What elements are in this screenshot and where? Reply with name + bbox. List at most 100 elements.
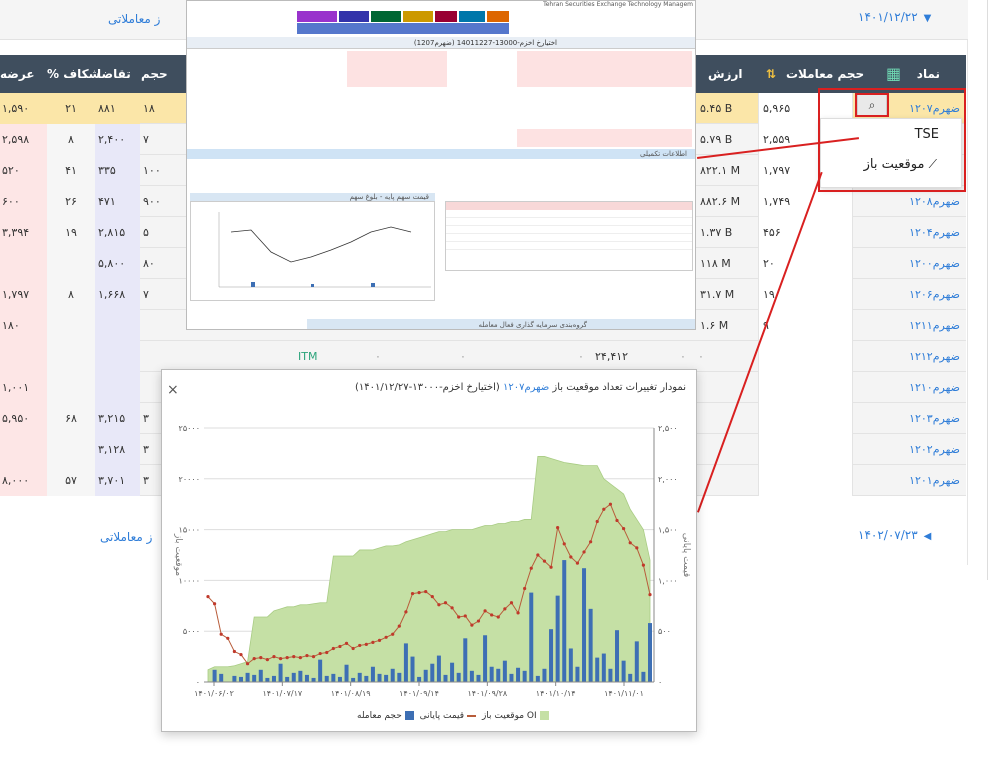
volume-bar	[443, 674, 448, 682]
legend-volume[interactable]: حجم معامله	[357, 711, 402, 721]
cell-symbol[interactable]: ضهرم۱۲۰۶	[909, 279, 960, 310]
price-point	[476, 619, 481, 623]
cell-value: ۵.۴۵ B	[700, 102, 733, 115]
open-interest-chart: ۰۵۰۰۰۱۰۰۰۰۱۵۰۰۰۲۰۰۰۰۲۵۰۰۰۰۵۰۰۱,۰۰۰۱,۵۰۰۲…	[173, 424, 691, 698]
price-point	[615, 518, 619, 523]
price-point	[417, 590, 421, 595]
price-point	[232, 649, 236, 654]
th-gap[interactable]: % شکاف	[47, 55, 100, 93]
cell-volume	[758, 372, 853, 403]
inset-toolbar	[297, 11, 527, 35]
price-point	[219, 632, 223, 636]
cell-symbol[interactable]: ضهرم۱۲۱۰	[909, 372, 960, 403]
th-value[interactable]: ارزش	[708, 55, 743, 93]
price-point	[450, 606, 454, 610]
price-point	[351, 646, 355, 651]
inset-tb-1	[297, 11, 337, 22]
cell-demand: ۲,۴۰۰	[95, 124, 140, 155]
cell-volume	[758, 341, 853, 372]
price-point	[641, 563, 646, 567]
volume-bar	[496, 668, 501, 682]
cell-symbol[interactable]: ضهرم۱۲۰۱	[909, 465, 960, 496]
expiry-date-bottom-text: ۱۴۰۲/۰۷/۲۳	[858, 528, 918, 542]
y-left-tick-label: ۱۰۰۰۰	[179, 576, 200, 585]
expiry-date-bottom[interactable]: ۱۴۰۲/۰۷/۲۳ ◀	[858, 528, 931, 542]
volume-bar	[483, 635, 488, 682]
caret-left-icon: ◀	[923, 531, 932, 542]
volume-bar	[469, 670, 474, 682]
chart-legend: OI موقعیت باز قیمت پایانی حجم معامله	[357, 711, 552, 721]
volume-bar	[377, 673, 382, 682]
volume-bar	[390, 668, 395, 682]
cell-offer: ۱,۷۹۷	[0, 279, 47, 310]
cell-gap: ۶۸	[47, 403, 95, 434]
cell-symbol[interactable]: ضهرم۱۲۱۲	[909, 341, 960, 372]
price-point	[589, 540, 593, 544]
cell-bid-qty: ۵	[143, 226, 149, 239]
volume-bar	[417, 676, 422, 682]
th-bid-qty[interactable]: حجم	[141, 55, 168, 93]
cell-offer	[0, 341, 47, 372]
cell-demand: ۳۳۵	[95, 155, 140, 186]
volume-bar	[516, 667, 521, 682]
x-tick-label: ۱۴۰۱/۱۱/۰۱	[604, 689, 644, 698]
trades-link-bottom[interactable]: ز معاملاتی	[100, 530, 152, 544]
cell-demand: ۳,۱۲۸	[95, 434, 140, 465]
cell-offer: ۲,۵۹۸	[0, 124, 47, 155]
cell-volume	[758, 465, 853, 496]
price-point	[252, 657, 256, 661]
inset-order-book	[445, 201, 693, 271]
legend-price[interactable]: قیمت پایانی	[420, 711, 464, 721]
cell-symbol[interactable]: ضهرم۱۲۰۴	[909, 217, 960, 248]
volume-bar	[601, 653, 606, 682]
open-interest-chart-popup: × نمودار تغییرات تعداد موقعیت باز ضهرم۱۲…	[161, 369, 697, 732]
volume-bar	[542, 668, 547, 682]
cell-bid-qty	[140, 310, 170, 341]
expiry-date-top[interactable]: ۱۴۰۱/۱۲/۲۲ ▼	[858, 10, 931, 24]
volume-bar	[304, 674, 309, 682]
th-offer[interactable]: عرضه	[0, 55, 35, 93]
cell-value: ۸۲۲.۱ M	[700, 164, 741, 177]
volume-bar	[555, 595, 560, 682]
price-point	[542, 559, 547, 563]
price-point	[523, 586, 527, 591]
legend-oi[interactable]: OI موقعیت باز	[482, 711, 537, 721]
volume-bar	[324, 675, 329, 682]
sort-icon[interactable]: ⇅	[766, 55, 776, 93]
page-scrollbar[interactable]	[987, 0, 988, 580]
inset-bottom-strip: گروه‌بندی سرمایه گذاری فعال معامله	[307, 319, 695, 329]
cell-volume: ۲۰	[758, 248, 853, 279]
volume-bar	[212, 669, 217, 682]
cell-offer: ۱۸۰	[0, 310, 47, 341]
cell-volume: ۴۵۶	[758, 217, 853, 248]
price-point	[575, 561, 580, 565]
cell-demand	[95, 372, 140, 403]
cell-gap: ۵۷	[47, 465, 95, 496]
cell-gap	[47, 372, 95, 403]
table-row[interactable]: ضهرم۱۲۱۲ ITM ۰ ۰ ۰ ۲۴,۴۱۲ ۰ ۰	[0, 341, 966, 372]
price-point	[265, 658, 269, 662]
y-right-axis-label: قیمت پایانی	[681, 533, 691, 577]
volume-bar	[648, 623, 652, 682]
price-point	[562, 542, 566, 546]
volume-bar	[529, 592, 534, 682]
cell-symbol[interactable]: ضهرم۱۲۰۰	[909, 248, 960, 279]
x-tick-label: ۱۴۰۱/۰۹/۱۴	[399, 689, 439, 698]
price-point	[635, 546, 639, 550]
price-point	[549, 565, 553, 569]
volume-bar	[351, 677, 356, 682]
cell-symbol[interactable]: ضهرم۱۲۰۲	[909, 434, 960, 465]
price-point	[608, 502, 613, 506]
inset-chart-label: قیمت سهم پایه - بلوغ سهم	[349, 193, 429, 201]
cell-demand: ۲,۸۱۵	[95, 217, 140, 248]
inset-tb-4	[403, 11, 433, 22]
volume-bar	[252, 674, 257, 682]
cell-symbol[interactable]: ضهرم۱۲۱۱	[909, 310, 960, 341]
trades-link-top[interactable]: ز معاملاتی	[108, 12, 160, 26]
th-demand[interactable]: تقاضا	[97, 55, 131, 93]
cell-itm-group: ITM ۰ ۰ ۰ ۲۴,۴۱۲ ۰ ۰	[170, 341, 704, 372]
cell-symbol[interactable]: ضهرم۱۲۰۳	[909, 403, 960, 434]
cell-offer: ۱,۵۹۰	[0, 93, 47, 124]
cell-gap	[47, 310, 95, 341]
cell-value	[697, 434, 757, 465]
